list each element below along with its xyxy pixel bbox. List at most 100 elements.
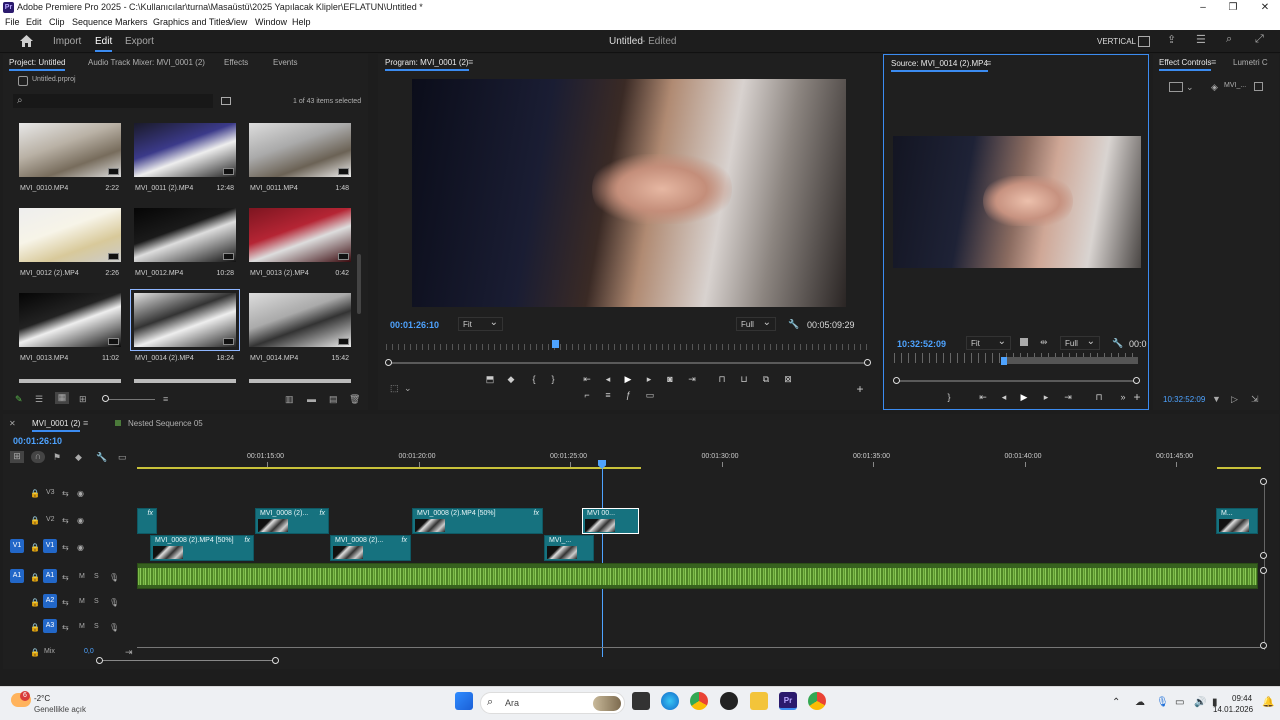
- scrollbar[interactable]: [357, 254, 361, 314]
- linked-selection-icon[interactable]: ⚑: [53, 452, 61, 462]
- source-quality-dropdown[interactable]: Full: [1060, 335, 1100, 350]
- overwrite-icon[interactable]: ⊔: [738, 374, 750, 385]
- export-icon[interactable]: ⇲: [1251, 394, 1259, 404]
- program-video-frame[interactable]: [412, 79, 846, 307]
- zoom-bar-end[interactable]: [1133, 377, 1140, 384]
- media-thumbnail[interactable]: [19, 293, 121, 347]
- eye-icon[interactable]: ◉: [77, 516, 84, 525]
- zoom-bar-end[interactable]: [272, 657, 279, 664]
- eye-icon[interactable]: ◉: [77, 489, 84, 498]
- tab-source[interactable]: Source: MVI_0014 (2).MP4: [891, 59, 988, 72]
- mark-in-icon[interactable]: {: [528, 374, 540, 384]
- solo-button[interactable]: S: [94, 573, 99, 580]
- track-label-v3[interactable]: V3: [46, 489, 55, 496]
- camera-icon[interactable]: ◙: [664, 374, 676, 384]
- step-back-icon[interactable]: ◂: [602, 374, 614, 385]
- media-thumbnail[interactable]: [134, 123, 236, 177]
- toggle-timeline-icon[interactable]: [1254, 82, 1263, 91]
- timeline-clip[interactable]: MVI_0008 (2)... fx: [330, 535, 411, 561]
- tab-program[interactable]: Program: MVI_0001 (2): [385, 58, 469, 71]
- lock-icon[interactable]: 🔒: [30, 489, 40, 498]
- chrome-profile-icon[interactable]: [808, 692, 826, 710]
- sync-lock-icon[interactable]: ⇆: [62, 573, 69, 582]
- zoom-slider[interactable]: [105, 399, 155, 400]
- tab-nested-sequence[interactable]: Nested Sequence 05: [128, 419, 203, 428]
- source-clip-name[interactable]: MVI_...: [1224, 82, 1246, 89]
- mark-out-icon[interactable]: }: [943, 392, 955, 402]
- compare-icon[interactable]: ⊠: [782, 374, 794, 385]
- work-area-bar[interactable]: [137, 467, 641, 469]
- add-marker-icon[interactable]: ◆: [75, 452, 82, 462]
- timeline-timecode[interactable]: 00:01:26:10: [13, 436, 62, 446]
- notifications-icon[interactable]: 🔔: [1262, 697, 1274, 708]
- new-bin-icon[interactable]: [221, 97, 231, 105]
- sequence-icon[interactable]: [1169, 82, 1183, 92]
- source-patch-v1[interactable]: V1: [10, 539, 24, 553]
- microphone-icon[interactable]: 🎙: [109, 598, 119, 607]
- source-zoom-bar[interactable]: [897, 380, 1138, 382]
- menu-help[interactable]: Help: [292, 15, 311, 29]
- menu-edit[interactable]: Edit: [26, 15, 42, 29]
- scroll-knob[interactable]: [1260, 552, 1267, 559]
- menu-graphics[interactable]: Graphics and Titles: [153, 15, 230, 29]
- panel-menu-icon[interactable]: ≡: [1211, 57, 1216, 67]
- tab-audio-mixer[interactable]: Audio Track Mixer: MVI_0001 (2): [88, 58, 205, 67]
- timeline-clip[interactable]: MVI_0008 (2)... fx: [255, 508, 329, 534]
- search-field[interactable]: ⌕: [13, 94, 213, 108]
- weather-desc[interactable]: Genellikle açık: [34, 705, 86, 714]
- program-zoom-bar[interactable]: [389, 362, 868, 364]
- play-audio-icon[interactable]: ▷: [1231, 394, 1238, 404]
- menu-file[interactable]: File: [5, 15, 20, 29]
- zoom-bar-start[interactable]: [893, 377, 900, 384]
- weather-temp[interactable]: -2°C: [34, 694, 50, 703]
- wrench-icon[interactable]: 🔧: [1112, 338, 1123, 348]
- track-target-a2[interactable]: A2: [43, 594, 57, 608]
- program-quality-dropdown[interactable]: Full: [736, 316, 776, 331]
- media-thumbnail[interactable]: [19, 123, 121, 177]
- display-icon[interactable]: ▭: [1175, 697, 1184, 708]
- filter-icon[interactable]: ▼: [1212, 394, 1221, 404]
- automate-icon[interactable]: ▥: [285, 394, 294, 404]
- microphone-icon[interactable]: 🎙: [109, 573, 119, 582]
- workspace-label[interactable]: VERTICAL: [1097, 37, 1136, 46]
- scroll-knob[interactable]: [1260, 642, 1267, 649]
- edge-icon[interactable]: [661, 692, 679, 710]
- add-button-icon[interactable]: +: [1131, 390, 1143, 404]
- sort-icon[interactable]: ≡: [163, 394, 168, 404]
- media-thumbnail[interactable]: [249, 208, 351, 262]
- zoom-slider-handle[interactable]: [102, 395, 109, 402]
- source-video-frame[interactable]: [893, 136, 1141, 268]
- wrench-icon[interactable]: 🔧: [96, 452, 107, 462]
- panel-menu-icon[interactable]: ≡: [986, 58, 991, 68]
- audio-clip-a1[interactable]: [137, 563, 1258, 589]
- timeline-zoom-bar[interactable]: [99, 660, 275, 661]
- solo-button[interactable]: S: [94, 598, 99, 605]
- panel-menu-icon[interactable]: ≡: [468, 57, 473, 67]
- source-patch-a1[interactable]: A1: [10, 569, 24, 583]
- timeline-clip-selected[interactable]: MVI 00...: [582, 508, 639, 534]
- timeline-clip[interactable]: MVI_0008 (2).MP4 [50%] fx: [150, 535, 254, 561]
- menu-window[interactable]: Window: [255, 15, 287, 29]
- track-target-a3[interactable]: A3: [43, 619, 57, 633]
- multicam-icon[interactable]: ▭: [644, 390, 656, 401]
- search-icon[interactable]: ⌕: [1226, 34, 1232, 45]
- clock-time[interactable]: 09:44: [1232, 694, 1252, 703]
- mark-out-icon[interactable]: }: [547, 374, 559, 384]
- home-icon[interactable]: [20, 35, 33, 47]
- scroll-knob[interactable]: [1260, 567, 1267, 574]
- icon-view-icon[interactable]: ▦: [55, 392, 69, 404]
- timeline-ruler[interactable]: 00:01:15:00 00:01:20:00 00:01:25:00 00:01:3…: [137, 452, 1263, 472]
- export-frame-icon[interactable]: ⧉: [760, 374, 772, 385]
- step-forward-icon[interactable]: ▸: [643, 374, 655, 385]
- taskbar-search[interactable]: ⌕ Ara: [480, 692, 625, 714]
- solo-button[interactable]: S: [94, 623, 99, 630]
- lift-icon[interactable]: ⬒: [484, 374, 496, 385]
- sync-lock-icon[interactable]: ⇆: [62, 623, 69, 632]
- volume-icon[interactable]: 🔊: [1194, 697, 1206, 708]
- lock-icon[interactable]: 🔒: [30, 623, 40, 632]
- media-thumbnail[interactable]: [134, 379, 236, 383]
- add-marker-icon[interactable]: ◆: [505, 374, 517, 385]
- program-time-ruler[interactable]: [386, 344, 870, 350]
- eye-icon[interactable]: ◉: [77, 543, 84, 552]
- tab-effects[interactable]: Effects: [224, 58, 248, 67]
